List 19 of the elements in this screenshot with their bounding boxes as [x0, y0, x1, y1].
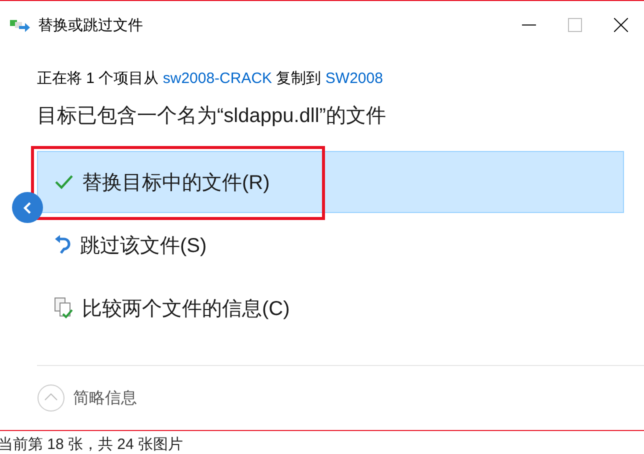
checkmark-icon: [54, 174, 74, 190]
copy-status-text: 复制到: [275, 70, 322, 87]
previous-button[interactable]: [12, 192, 43, 223]
option-button[interactable]: 比较两个文件的信息(C): [37, 277, 624, 339]
minimize-icon: [522, 24, 536, 26]
copy-status-text: 正在将 1 个项目从: [37, 70, 160, 87]
window-title: 替换或跳过文件: [38, 16, 144, 34]
folder-link[interactable]: sw2008-CRACK: [162, 70, 272, 87]
maximize-icon: [568, 18, 582, 32]
chevron-left-icon: [22, 202, 32, 214]
undo-arrow-icon: [54, 235, 72, 255]
details-toggle[interactable]: 简略信息: [37, 384, 137, 412]
close-icon: [614, 18, 628, 32]
documents-compare-icon: [54, 297, 74, 319]
conflict-heading: 目标已包含一个名为“sldappu.dll”的文件: [37, 104, 387, 129]
option-button[interactable]: 跳过该文件(S): [37, 214, 624, 276]
option-button[interactable]: 替换目标中的文件(R): [37, 151, 624, 213]
folder-link[interactable]: SW2008: [325, 70, 383, 87]
copy-files-icon: [10, 18, 30, 32]
